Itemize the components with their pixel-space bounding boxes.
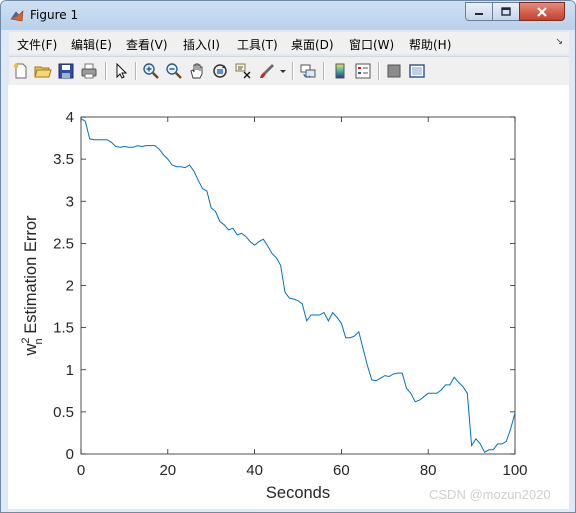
window-title: Figure 1 <box>30 8 79 22</box>
x-tick-label: 80 <box>420 462 437 479</box>
pan-icon[interactable] <box>188 62 206 80</box>
menu-bar: 文件(F) 编辑(E) 查看(V) 插入(I) 工具(T) 桌面(D) 窗口(W… <box>9 32 569 54</box>
data-cursor-icon[interactable] <box>234 62 252 80</box>
x-axis-label: Seconds <box>266 484 330 502</box>
hide-plot-tools-icon[interactable] <box>385 62 403 80</box>
watermark-text: CSDN @mozun2020 <box>429 487 551 502</box>
y-tick-label: 3.5 <box>53 151 74 168</box>
link-plot-icon[interactable] <box>299 62 317 80</box>
menu-edit[interactable]: 编辑(E) <box>71 36 112 53</box>
axes: 0 20 40 60 80 100 0 0.5 1 1.5 2 2.5 3 3.5 4 <box>53 109 527 479</box>
menu-file[interactable]: 文件(F) <box>17 36 57 53</box>
menu-desktop[interactable]: 桌面(D) <box>291 36 334 53</box>
menu-window[interactable]: 窗口(W) <box>349 36 394 53</box>
maximize-button[interactable] <box>492 2 520 21</box>
y-axis-label-text: Estimation Error <box>22 215 40 338</box>
close-icon <box>537 6 547 17</box>
axes-box <box>80 116 516 455</box>
toolbar-separator <box>292 62 294 80</box>
menu-view[interactable]: 查看(V) <box>126 36 168 53</box>
y-tick-label: 2.5 <box>53 235 74 252</box>
zoom-in-icon[interactable] <box>142 62 160 80</box>
brush-icon[interactable] <box>258 62 276 80</box>
print-icon[interactable] <box>80 62 98 80</box>
brush-dropdown-icon[interactable] <box>279 62 287 80</box>
plot-area[interactable]: 0 20 40 60 80 100 0 0.5 1 1.5 2 2.5 3 3.5 4 Seconds w2… <box>8 85 569 509</box>
x-tick-label: 0 <box>77 462 85 479</box>
x-tick-label: 100 <box>502 462 527 479</box>
y-tick-label: 0.5 <box>53 404 74 421</box>
y-tick-label: 1 <box>66 362 74 379</box>
new-figure-icon[interactable] <box>12 62 30 80</box>
colorbar-icon[interactable] <box>331 62 349 80</box>
y-tick-label: 0 <box>66 446 74 463</box>
figure-toolbar <box>9 56 569 86</box>
y-axis-label-base: w <box>22 344 40 357</box>
show-plot-tools-icon[interactable] <box>408 62 426 80</box>
minimize-button[interactable] <box>465 2 493 21</box>
y-axis-label: w2n Estimation Error <box>20 215 45 357</box>
menu-tools[interactable]: 工具(T) <box>237 36 278 53</box>
title-bar[interactable]: Figure 1 <box>1 1 575 30</box>
x-tick-label: 20 <box>159 462 176 479</box>
menu-help[interactable]: 帮助(H) <box>409 36 451 53</box>
matlab-logo-icon <box>10 10 24 22</box>
figure-canvas: 0 20 40 60 80 100 0 0.5 1 1.5 2 2.5 3 3.5 4 Seconds w2… <box>8 85 569 509</box>
toolbar-separator <box>135 62 137 80</box>
rotate-3d-icon[interactable] <box>211 62 229 80</box>
x-tick-label: 40 <box>246 462 263 479</box>
open-file-icon[interactable] <box>34 62 52 80</box>
toolbar-separator <box>323 62 325 80</box>
x-tick-label: 60 <box>333 462 350 479</box>
save-icon[interactable] <box>57 62 75 80</box>
menubar-chevron-icon[interactable]: ↘ <box>555 37 563 47</box>
y-tick-label: 3 <box>66 193 74 210</box>
minimize-icon <box>475 12 483 15</box>
pointer-icon[interactable] <box>112 62 130 80</box>
maximize-icon <box>501 7 511 16</box>
menu-insert[interactable]: 插入(I) <box>183 36 220 53</box>
legend-icon[interactable] <box>354 62 372 80</box>
close-button[interactable] <box>519 2 565 21</box>
toolbar-separator <box>105 62 107 80</box>
toolbar-separator <box>378 62 380 80</box>
y-tick-label: 1.5 <box>53 320 74 337</box>
y-tick-label: 2 <box>66 278 74 295</box>
zoom-out-icon[interactable] <box>165 62 183 80</box>
y-tick-label: 4 <box>66 109 74 126</box>
